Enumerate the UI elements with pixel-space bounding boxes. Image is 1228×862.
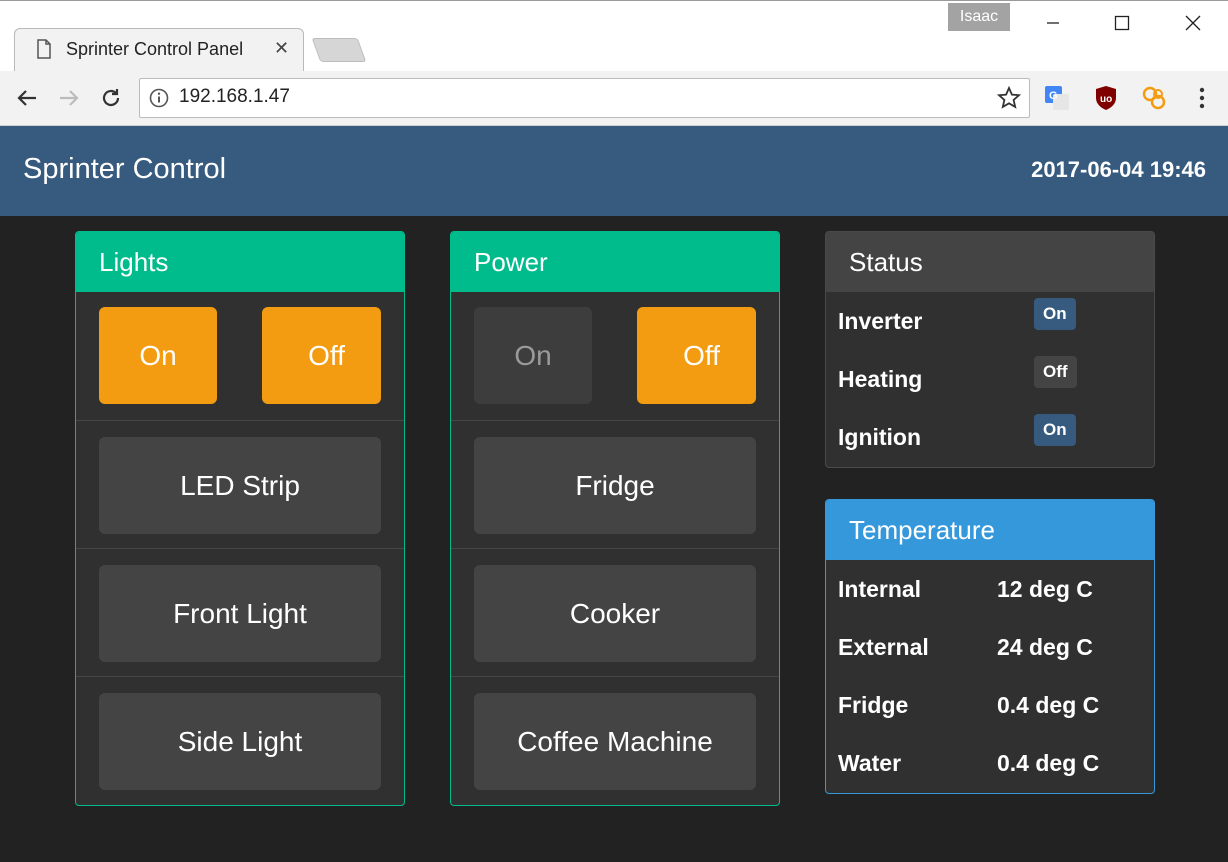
power-on-button[interactable]: On (474, 307, 592, 404)
coffee-machine-button[interactable]: Coffee Machine (474, 693, 756, 790)
side-light-button[interactable]: Side Light (99, 693, 381, 790)
translate-icon[interactable]: G (1043, 84, 1071, 112)
temperature-panel: Temperature Internal 12 deg C External 2… (825, 499, 1155, 794)
ublock-icon[interactable]: uo (1092, 84, 1120, 112)
new-tab-button[interactable] (311, 38, 367, 62)
list-item: LED Strip (76, 420, 404, 548)
svg-text:G: G (1049, 90, 1058, 102)
status-badge: Off (1034, 356, 1077, 388)
lights-panel-title: Lights (76, 232, 404, 292)
temp-label-internal: Internal (838, 576, 922, 602)
status-label-inverter: Inverter (838, 308, 923, 334)
power-off-button[interactable]: Off (637, 307, 756, 404)
close-icon[interactable]: ✕ (274, 38, 289, 59)
minimize-icon[interactable] (1030, 8, 1076, 38)
temp-value-fridge: 0.4 deg C (997, 692, 1100, 718)
profile-badge[interactable]: Isaac (948, 3, 1010, 31)
list-item: Side Light (76, 676, 404, 805)
datetime-display: 2017-06-04 19:46 (1031, 157, 1206, 182)
lights-toggle-row: On Off (76, 292, 404, 420)
temp-value-external: 24 deg C (997, 634, 1093, 660)
temp-label-external: External (838, 634, 929, 660)
back-icon[interactable] (13, 84, 41, 112)
lights-off-button[interactable]: Off (262, 307, 381, 404)
status-badge: On (1034, 298, 1076, 330)
status-label-ignition: Ignition (838, 424, 922, 450)
temp-label-fridge: Fridge (838, 692, 909, 718)
reload-icon[interactable] (97, 84, 125, 112)
menu-icon[interactable] (1188, 84, 1216, 112)
cooker-button[interactable]: Cooker (474, 565, 756, 662)
svg-text:uo: uo (1100, 94, 1112, 105)
fridge-button[interactable]: Fridge (474, 437, 756, 534)
status-panel-title: Status (826, 232, 1154, 292)
led-strip-button[interactable]: LED Strip (99, 437, 381, 534)
forward-icon[interactable] (55, 84, 83, 112)
app-brand[interactable]: Sprinter Control (23, 153, 226, 186)
temperature-panel-title: Temperature (826, 500, 1154, 560)
list-item: Front Light (76, 548, 404, 676)
status-badge: On (1034, 414, 1076, 446)
power-panel: Power On Off Fridge Cooker Coffee Machin… (450, 231, 780, 806)
window-close-icon[interactable] (1170, 8, 1216, 38)
maximize-icon[interactable] (1099, 8, 1145, 38)
list-item: Coffee Machine (451, 676, 779, 805)
status-panel: Status Inverter On Heating Off Ignition … (825, 231, 1155, 468)
temp-label-water: Water (838, 750, 902, 776)
front-light-button[interactable]: Front Light (99, 565, 381, 662)
lights-panel: Lights On Off LED Strip Front Light Side… (75, 231, 405, 806)
list-item: Cooker (451, 548, 779, 676)
page-icon (37, 39, 51, 59)
temp-value-internal: 12 deg C (997, 576, 1093, 602)
power-toggle-row: On Off (451, 292, 779, 420)
star-icon[interactable] (997, 86, 1021, 110)
power-panel-title: Power (451, 232, 779, 292)
extension-icon[interactable] (1140, 84, 1168, 112)
list-item: Fridge (451, 420, 779, 548)
url-text[interactable]: 192.168.1.47 (179, 86, 290, 108)
lights-on-button[interactable]: On (99, 307, 217, 404)
tab-title: Sprinter Control Panel (66, 39, 244, 59)
status-label-heating: Heating (838, 366, 923, 392)
temp-value-water: 0.4 deg C (997, 750, 1100, 776)
info-icon[interactable] (149, 88, 169, 108)
